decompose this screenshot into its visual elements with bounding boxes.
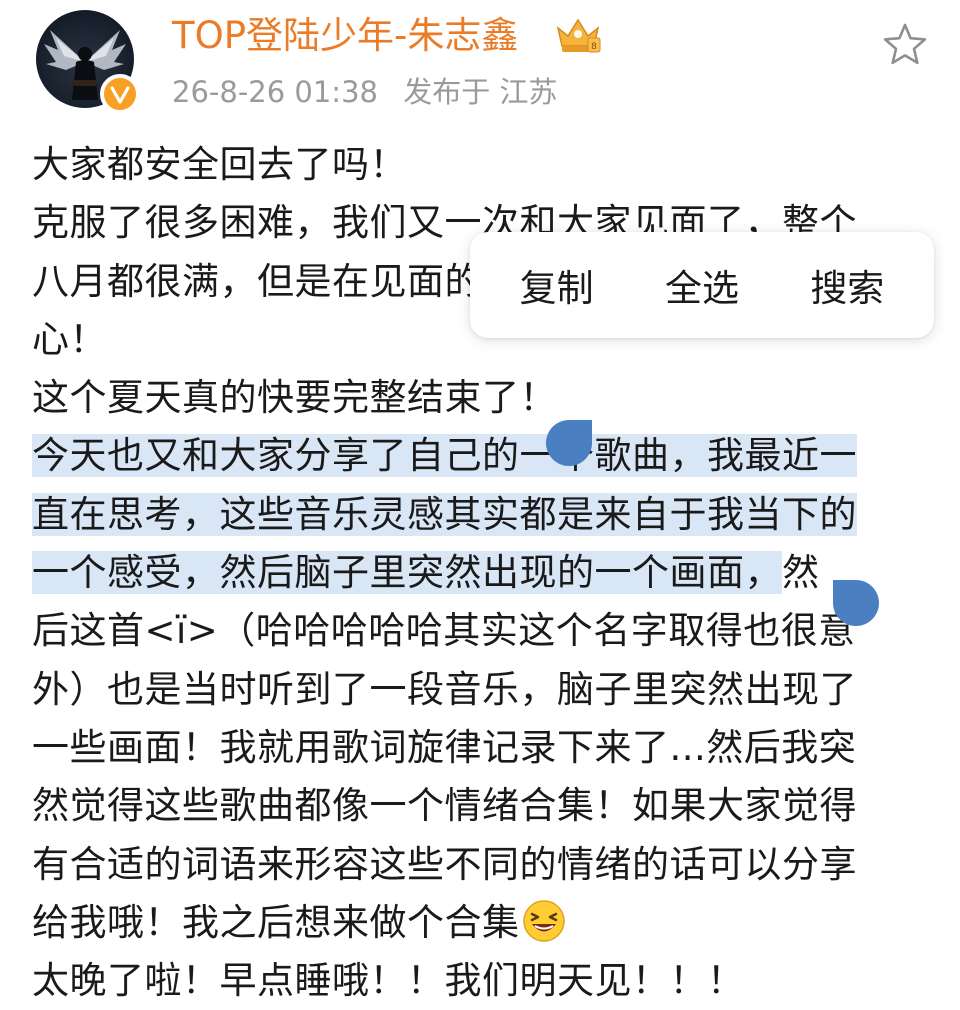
post-line: 太晚了啦！早点睡哦！！我们明天见！！！ (32, 959, 745, 1003)
post-text: 给我哦！我之后想来做个合集 (32, 900, 520, 944)
post-timestamp: 26-8-26 01:38 (172, 75, 378, 109)
search-menu-item[interactable]: 搜索 (796, 248, 898, 322)
username[interactable]: TOP登陆少年-朱志鑫 (172, 12, 518, 60)
post-line: 大家都安全回去了吗！ (32, 143, 407, 186)
post-text: 然 (782, 551, 820, 595)
post-line: 一些画面！我就用歌词旋律记录下来了...然后我突 (32, 725, 857, 769)
post-line: 给我哦！我之后想来做个合集 (32, 894, 922, 952)
post-line: 外）也是当时听到了一段音乐，脑子里突然出现了 (32, 667, 857, 711)
selected-text: 一个感受，然后脑子里突然出现的一个画面， (32, 551, 782, 595)
crown-badge-icon[interactable]: 8 (552, 14, 604, 58)
post-line-selected: 一个感受，然后脑子里突然出现的一个画面，然 (32, 544, 922, 602)
selection-end-handle[interactable] (833, 580, 879, 626)
svg-text:8: 8 (591, 42, 597, 52)
post-line: 然觉得这些歌曲都像一个情绪合集！如果大家觉得 (32, 784, 857, 828)
laughing-emoji-icon (522, 899, 566, 943)
post-meta: 26-8-26 01:38 发布于 江苏 (172, 72, 557, 112)
post-line-selected: 今天也又和大家分享了自己的一个歌曲，我最近一 (32, 427, 922, 485)
post-line: 这个夏天真的快要完整结束了！ (32, 376, 557, 420)
selected-text: 直在思考，这些音乐灵感其实都是来自于我当下的 (32, 492, 857, 536)
selection-start-handle[interactable] (546, 420, 592, 466)
selected-text: 今天也又和大家分享了自己的一个歌曲，我最近一 (32, 434, 857, 478)
post-location: 发布于 江苏 (403, 75, 558, 109)
select-all-menu-item[interactable]: 全选 (651, 248, 753, 322)
post-line-selected: 直在思考，这些音乐灵感其实都是来自于我当下的 (32, 486, 922, 544)
verified-badge-icon (100, 74, 140, 114)
post-line: 后这首<ï>（哈哈哈哈哈其实这个名字取得也很意 (32, 609, 856, 653)
post-line: 有合适的词语来形容这些不同的情绪的话可以分享 (32, 842, 857, 886)
text-selection-menu: 复制 全选 搜索 (470, 232, 934, 338)
copy-menu-item[interactable]: 复制 (506, 248, 608, 322)
avatar-container[interactable] (36, 10, 142, 116)
favorite-star-icon[interactable] (880, 20, 930, 70)
